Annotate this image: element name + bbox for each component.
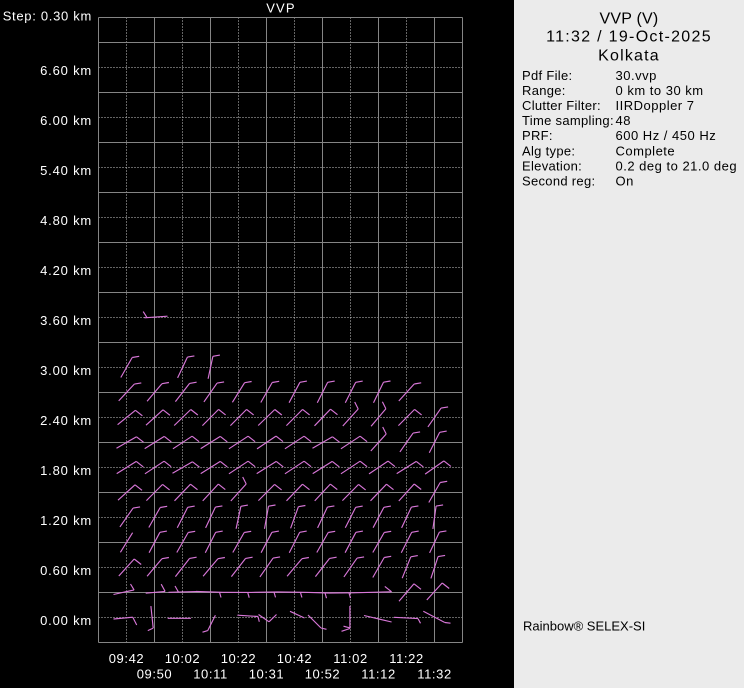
svg-text:6.60 km: 6.60 km: [40, 63, 92, 78]
svg-text:30.vvp: 30.vvp: [616, 68, 657, 83]
svg-text:10:22: 10:22: [221, 651, 257, 666]
svg-text:11:02: 11:02: [333, 651, 368, 666]
svg-text:Range:: Range:: [522, 83, 566, 98]
svg-text:Complete: Complete: [616, 143, 676, 158]
svg-text:Time sampling:: Time sampling:: [522, 113, 614, 128]
svg-text:09:42: 09:42: [109, 651, 145, 666]
svg-text:0 km to 30 km: 0 km to 30 km: [616, 83, 704, 98]
svg-text:09:50: 09:50: [137, 667, 173, 682]
svg-text:5.40 km: 5.40 km: [40, 163, 92, 178]
svg-text:Rainbow® SELEX-SI: Rainbow® SELEX-SI: [523, 618, 645, 633]
svg-text:Clutter Filter:: Clutter Filter:: [522, 98, 601, 113]
svg-text:11:22: 11:22: [389, 651, 424, 666]
svg-text:Elevation:: Elevation:: [522, 158, 582, 173]
svg-text:On: On: [616, 173, 634, 188]
svg-text:3.60 km: 3.60 km: [40, 313, 92, 328]
svg-text:Kolkata: Kolkata: [598, 48, 660, 65]
svg-text:10:11: 10:11: [193, 667, 228, 682]
svg-text:600 Hz / 450 Hz: 600 Hz / 450 Hz: [616, 128, 717, 143]
svg-text:10:52: 10:52: [305, 667, 341, 682]
svg-text:10:31: 10:31: [249, 667, 285, 682]
svg-text:6.00 km: 6.00 km: [40, 113, 92, 128]
svg-text:0.60 km: 0.60 km: [40, 563, 92, 578]
svg-text:1.80 km: 1.80 km: [40, 463, 92, 478]
svg-text:3.00 km: 3.00 km: [40, 363, 92, 378]
svg-text:IIRDoppler 7: IIRDoppler 7: [616, 98, 695, 113]
svg-text:Alg type:: Alg type:: [522, 143, 575, 158]
svg-text:11:32 / 19-Oct-2025: 11:32 / 19-Oct-2025: [546, 29, 712, 46]
svg-text:11:32: 11:32: [417, 667, 452, 682]
svg-text:0.2 deg to 21.0 deg: 0.2 deg to 21.0 deg: [616, 158, 738, 173]
svg-text:Pdf File:: Pdf File:: [522, 68, 572, 83]
svg-text:2.40 km: 2.40 km: [40, 413, 92, 428]
svg-text:1.20 km: 1.20 km: [40, 513, 92, 528]
svg-text:PRF:: PRF:: [522, 128, 553, 143]
svg-text:VVP: VVP: [266, 1, 296, 16]
svg-text:4.80 km: 4.80 km: [40, 213, 92, 228]
svg-text:10:42: 10:42: [277, 651, 313, 666]
svg-text:11:12: 11:12: [361, 667, 396, 682]
svg-text:0.00 km: 0.00 km: [40, 613, 92, 628]
svg-text:VVP (V): VVP (V): [600, 11, 659, 28]
svg-text:4.20 km: 4.20 km: [40, 263, 92, 278]
svg-text:Step: 0.30 km: Step: 0.30 km: [3, 9, 92, 24]
svg-text:10:02: 10:02: [165, 651, 201, 666]
svg-text:Second reg:: Second reg:: [522, 173, 595, 188]
svg-text:48: 48: [616, 113, 631, 128]
